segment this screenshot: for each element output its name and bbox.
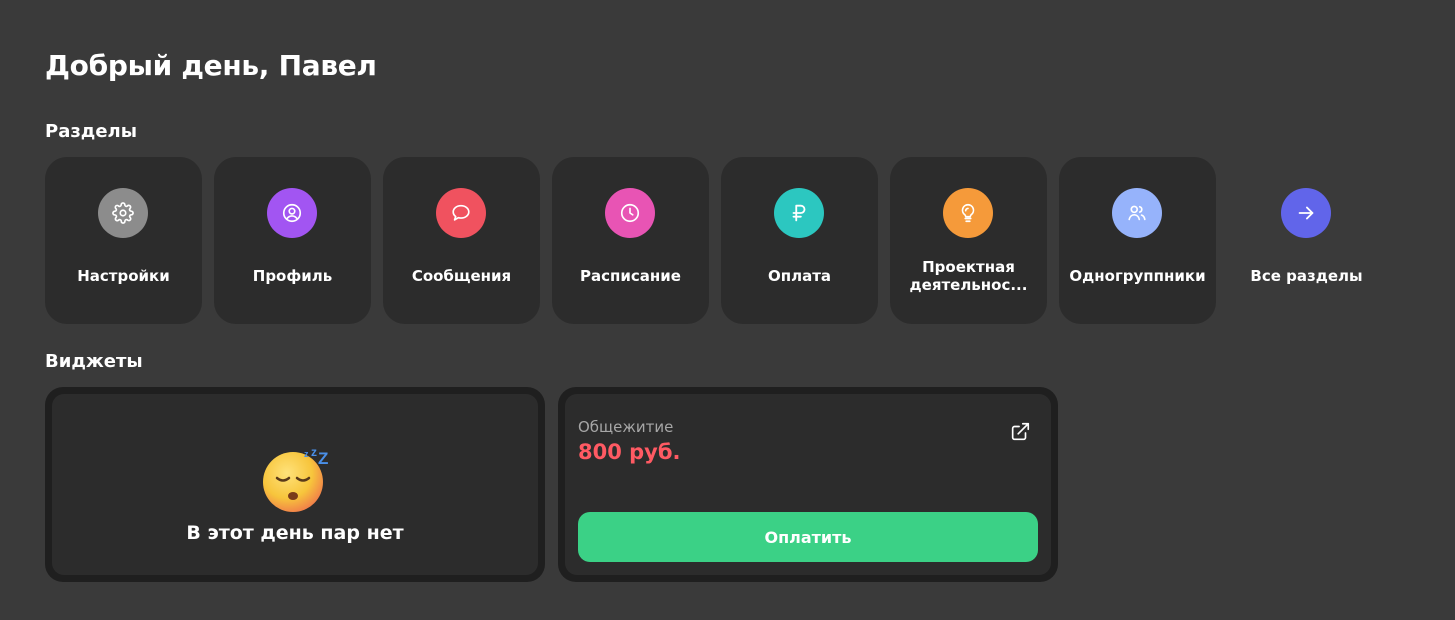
section-tile-projects[interactable]: Проектная деятельнос...	[890, 157, 1047, 324]
section-label: Одногруппники	[1069, 267, 1206, 285]
dorm-widget: Общежитие 800 руб. Оплатить	[558, 387, 1058, 582]
pay-button[interactable]: Оплатить	[578, 512, 1038, 562]
section-tile-messages[interactable]: Сообщения	[383, 157, 540, 324]
svg-text:Z: Z	[318, 449, 328, 468]
section-label: Сообщения	[411, 267, 512, 285]
section-label: Оплата	[767, 267, 832, 285]
dorm-widget-body: Общежитие 800 руб. Оплатить	[565, 394, 1051, 575]
schedule-widget: z z Z В этот день пар нет	[45, 387, 545, 582]
user-circle-icon	[267, 188, 317, 238]
section-tile-schedule[interactable]: Расписание	[552, 157, 709, 324]
svg-text:z: z	[311, 445, 317, 459]
external-link-icon[interactable]	[1009, 421, 1031, 443]
greeting-title: Добрый день, Павел	[45, 49, 377, 82]
dorm-label: Общежитие	[578, 418, 674, 436]
gear-icon	[98, 188, 148, 238]
section-label: Проектная деятельнос...	[909, 258, 1028, 294]
svg-text:z: z	[304, 449, 309, 459]
clock-icon	[605, 188, 655, 238]
sections-grid: Настройки Профиль Сообщения Расписание О…	[45, 157, 1385, 324]
schedule-widget-body: z z Z В этот день пар нет	[52, 394, 538, 575]
users-icon	[1112, 188, 1162, 238]
section-tile-payment[interactable]: Оплата	[721, 157, 878, 324]
section-label: Все разделы	[1250, 267, 1363, 285]
sleeping-face-icon: z z Z	[263, 445, 328, 512]
section-label: Профиль	[252, 267, 333, 285]
arrow-right-icon	[1281, 188, 1331, 238]
section-tile-profile[interactable]: Профиль	[214, 157, 371, 324]
sections-heading: Разделы	[45, 121, 138, 142]
chat-bubble-icon	[436, 188, 486, 238]
section-label: Расписание	[580, 267, 681, 285]
section-tile-settings[interactable]: Настройки	[45, 157, 202, 324]
dorm-amount: 800 руб.	[578, 440, 681, 464]
lightbulb-icon	[943, 188, 993, 238]
no-classes-text: В этот день пар нет	[186, 522, 404, 544]
section-tile-all[interactable]: Все разделы	[1228, 157, 1385, 324]
ruble-icon	[774, 188, 824, 238]
section-tile-classmates[interactable]: Одногруппники	[1059, 157, 1216, 324]
section-label: Настройки	[77, 267, 170, 285]
widgets-heading: Виджеты	[45, 351, 143, 372]
